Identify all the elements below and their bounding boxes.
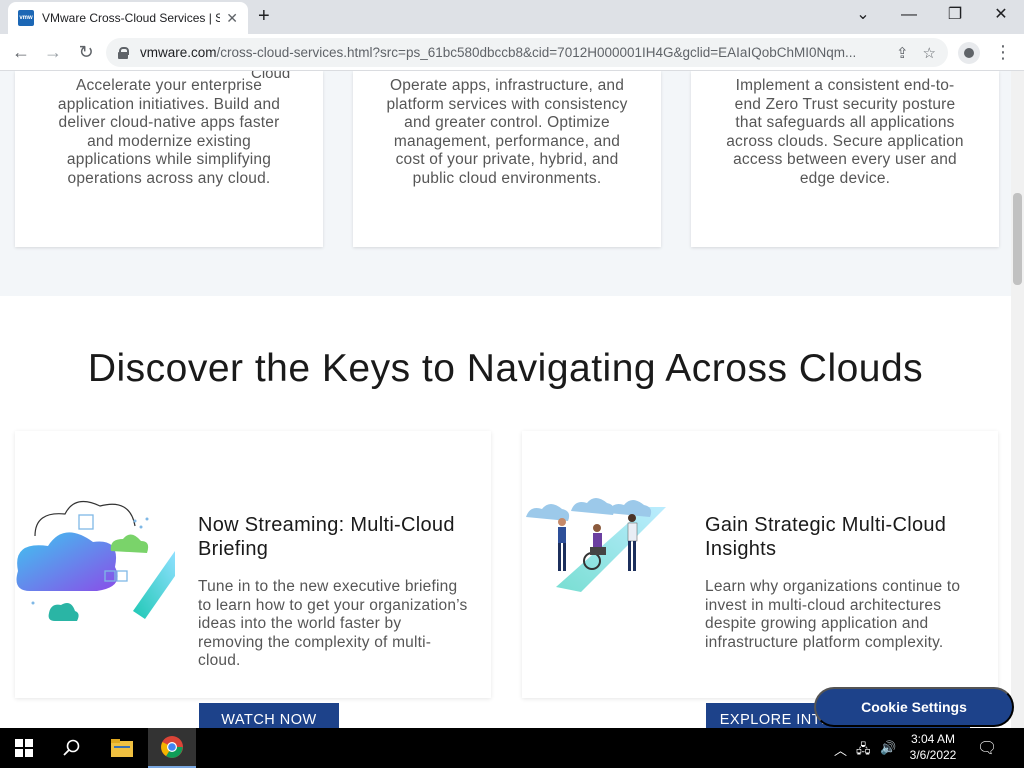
browser-tab-strip: vmw VMware Cross-Cloud Services | S ✕ + …: [0, 0, 1024, 34]
star-icon[interactable]: ☆: [923, 44, 936, 62]
card-security: Implement a consistent end-to-end Zero T…: [691, 71, 999, 247]
feature-description: Tune in to the new executive briefing to…: [198, 578, 468, 669]
page-viewport: Cloud Accelerate your enterprise applica…: [0, 71, 1011, 728]
reload-icon[interactable]: ↻: [73, 40, 99, 64]
taskbar: ︿ 🖧 🔊 3:04 AM 3/6/2022 🗨: [0, 728, 1024, 768]
feature-card-insights: Gain Strategic Multi-Cloud Insights Lear…: [522, 431, 998, 728]
forward-icon[interactable]: →: [40, 40, 66, 64]
tab-title: VMware Cross-Cloud Services | S: [42, 11, 221, 25]
new-tab-icon[interactable]: +: [258, 6, 270, 26]
close-window-icon[interactable]: ✕: [978, 4, 1024, 26]
feature-card-streaming: Now Streaming: Multi-Cloud Briefing Tune…: [15, 431, 491, 728]
share-icon[interactable]: ⇪: [896, 44, 909, 62]
lock-icon[interactable]: [118, 46, 129, 59]
card-infrastructure-text: Operate apps, infrastructure, and platfo…: [386, 77, 628, 187]
maximize-icon[interactable]: ❐: [932, 4, 978, 26]
feature-description: Learn why organizations continue to inve…: [705, 578, 961, 651]
scrollbar-thumb[interactable]: [1013, 193, 1022, 285]
browser-tab[interactable]: vmw VMware Cross-Cloud Services | S ✕: [8, 2, 248, 34]
vmware-favicon-icon: vmw: [18, 10, 34, 26]
notification-icon[interactable]: 🗨: [977, 738, 997, 758]
menu-icon[interactable]: ⋮: [994, 42, 1012, 62]
card-apps-text: Accelerate your enterprise application i…: [57, 77, 281, 187]
people-insights-illustration: [526, 498, 666, 592]
profile-icon[interactable]: [958, 42, 980, 64]
network-icon[interactable]: 🖧: [856, 740, 871, 762]
search-icon[interactable]: [48, 728, 96, 768]
address-bar[interactable]: vmware.com/cross-cloud-services.html?src…: [106, 38, 948, 67]
volume-icon[interactable]: 🔊: [880, 740, 896, 756]
card-security-text: Implement a consistent end-to-end Zero T…: [726, 77, 964, 187]
browser-toolbar: ← → ↻ vmware.com/cross-cloud-services.ht…: [0, 34, 1024, 71]
back-icon[interactable]: ←: [8, 40, 34, 64]
card-heading-fragment: Cloud: [251, 71, 291, 82]
system-clock[interactable]: 3:04 AM 3/6/2022: [898, 731, 968, 763]
url-text[interactable]: vmware.com/cross-cloud-services.html?src…: [140, 45, 882, 60]
cookie-settings-button[interactable]: Cookie Settings: [814, 687, 1014, 727]
multi-cloud-illustration: [16, 500, 175, 621]
close-tab-icon[interactable]: ✕: [226, 10, 238, 27]
watch-now-button[interactable]: WATCH NOW: [199, 703, 339, 728]
chevron-down-icon[interactable]: ⌄: [840, 4, 886, 26]
section-title: Discover the Keys to Navigating Across C…: [87, 347, 924, 390]
minimize-icon[interactable]: —: [886, 4, 932, 26]
windows-start-icon[interactable]: [0, 728, 48, 768]
chrome-icon[interactable]: [148, 728, 196, 768]
clock-date: 3/6/2022: [909, 748, 957, 762]
chevron-up-icon[interactable]: ︿: [834, 740, 847, 759]
page-scrollbar[interactable]: [1011, 71, 1024, 728]
file-explorer-icon[interactable]: [98, 728, 146, 768]
feature-title: Now Streaming: Multi-Cloud Briefing: [198, 514, 455, 560]
card-apps: Cloud Accelerate your enterprise applica…: [15, 71, 323, 247]
card-infrastructure: Operate apps, infrastructure, and platfo…: [353, 71, 661, 247]
feature-title: Gain Strategic Multi-Cloud Insights: [705, 514, 947, 560]
clock-time: 3:04 AM: [910, 732, 956, 746]
